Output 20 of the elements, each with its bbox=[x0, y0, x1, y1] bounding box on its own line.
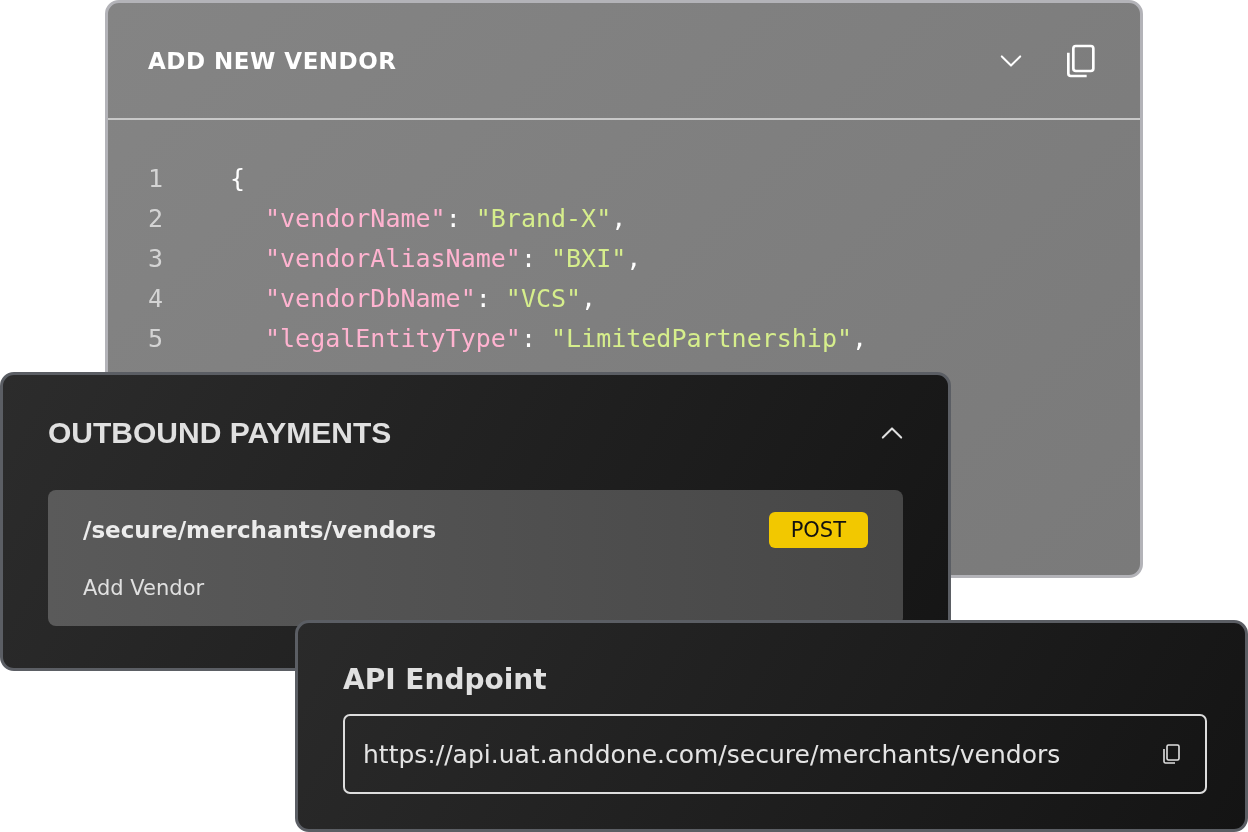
line-number: 4 bbox=[148, 283, 165, 313]
endpoint-card[interactable]: /secure/merchants/vendors POST Add Vendor bbox=[48, 490, 903, 626]
endpoint-path: /secure/merchants/vendors bbox=[83, 517, 437, 543]
endpoint-description: Add Vendor bbox=[83, 576, 206, 602]
code-line: "vendorName": "Brand-X", bbox=[264, 203, 627, 233]
line-number: 1 bbox=[148, 163, 165, 193]
code-line: { bbox=[230, 163, 246, 193]
chevron-down-icon[interactable] bbox=[1000, 53, 1022, 68]
method-badge: POST bbox=[768, 512, 868, 548]
section-title: OUTBOUND PAYMENTS bbox=[48, 415, 392, 450]
chevron-up-icon[interactable] bbox=[881, 425, 903, 440]
code-line: "legalEntityType": "LimitedPartnership", bbox=[264, 323, 868, 353]
code-line: "vendorAliasName": "BXI", bbox=[264, 243, 642, 273]
line-number: 5 bbox=[148, 323, 165, 353]
line-number: 3 bbox=[148, 243, 165, 273]
panel-title: API Endpoint bbox=[343, 663, 548, 696]
code-line: "vendorDbName": "VCS", bbox=[264, 283, 597, 313]
panel-title: ADD NEW VENDOR bbox=[148, 47, 398, 74]
url-field[interactable]: https://api.uat.anddone.com/secure/merchants/vendors bbox=[343, 714, 1207, 794]
line-number: 2 bbox=[148, 203, 165, 233]
